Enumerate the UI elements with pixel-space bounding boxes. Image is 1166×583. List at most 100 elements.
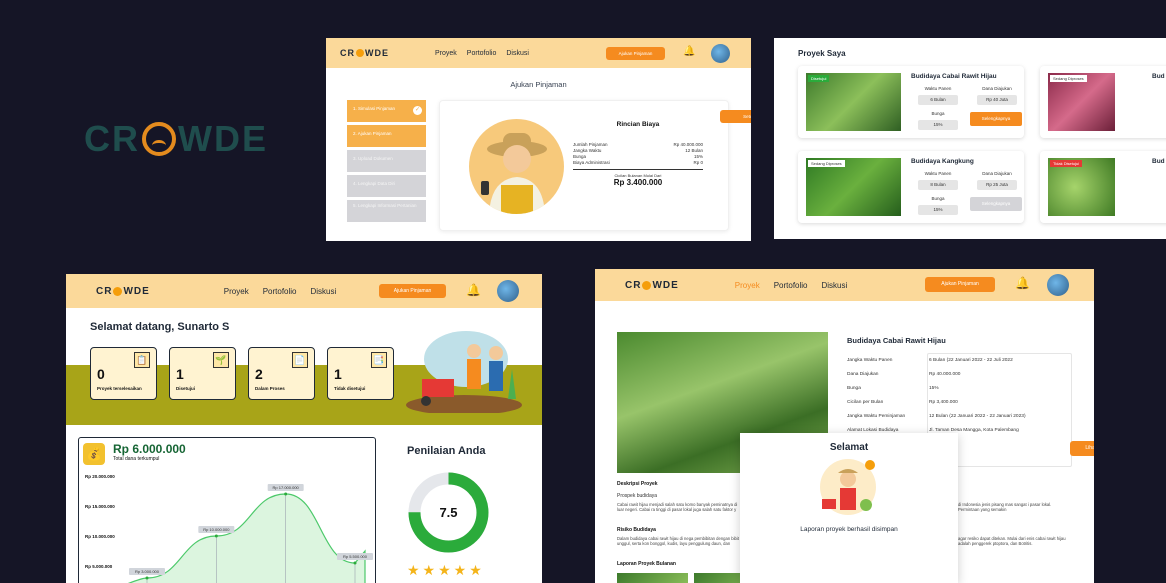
- stat-caption: Disetujui: [176, 386, 196, 391]
- page-title: Proyek Saya: [798, 49, 846, 58]
- star-rating: ★★★★★: [407, 562, 485, 578]
- label-waktu-panen: Waktu Panen: [924, 171, 952, 176]
- brand-logo[interactable]: CR WDE: [625, 280, 679, 291]
- data-point[interactable]: [284, 492, 288, 496]
- nav-diskusi[interactable]: Diskusi: [822, 281, 848, 290]
- modal-message: Laporan proyek berhasil disimpan: [800, 526, 898, 533]
- data-label: Rp 3.000.000: [135, 569, 160, 574]
- avatar[interactable]: [497, 280, 519, 302]
- status-badge: Disetujui: [808, 75, 830, 82]
- nav-proyek[interactable]: Proyek: [735, 281, 760, 290]
- step-1[interactable]: 1. Simulasi Pinjaman ✓: [347, 100, 426, 122]
- avatar[interactable]: [1047, 274, 1069, 296]
- step-2[interactable]: 2. Ajukan Pinjaman: [347, 125, 426, 147]
- value-dana: Rp 25 Juta: [977, 180, 1017, 190]
- stat-number: 0: [97, 366, 105, 382]
- y-tick-label: Rp 20.000.000: [85, 474, 115, 479]
- farmer-success-illustration: [816, 457, 880, 519]
- nav-diskusi[interactable]: Diskusi: [506, 50, 529, 57]
- detail-key: Bunga: [847, 385, 861, 391]
- detail-key: Cicilan per Bulan: [847, 399, 884, 405]
- step-label: 1. Simulasi Pinjaman: [353, 106, 396, 111]
- value-waktu-panen: 6 Bulan: [918, 95, 958, 105]
- ajukan-pinjaman-button[interactable]: Ajukan Pinjaman: [379, 284, 446, 298]
- project-card[interactable]: Tidak Disetujui Bud: [1040, 151, 1166, 223]
- bell-icon[interactable]: 🔔: [466, 283, 481, 297]
- project-card[interactable]: Sedang Diproses Bud: [1040, 66, 1166, 138]
- cost-title: Rincian Biaya: [616, 121, 660, 128]
- loan-application-screen: CR WDE Proyek Portofolio Diskusi Ajukan P…: [326, 38, 751, 241]
- brand-post: WDE: [365, 48, 389, 58]
- stat-card[interactable]: 📋 0 Proyek terselesaikan: [90, 347, 157, 400]
- brand-o-icon: [356, 49, 364, 57]
- status-badge: Sedang Diproses: [808, 160, 845, 167]
- project-name: Bud: [1152, 73, 1165, 80]
- brand-pre: CR: [96, 285, 113, 297]
- stepper: 1. Simulasi Pinjaman ✓ 2. Ajukan Pinjaman…: [347, 100, 426, 225]
- cost-rows: Jumlah Pinjaman Rp 40.000.000 Jangka Wakt…: [573, 142, 703, 187]
- welcome-heading: Selamat datang, Sunarto S: [90, 321, 230, 333]
- risk-text: Dalam budidaya cabai rawit hijau di nega…: [617, 536, 739, 546]
- stat-number: 1: [176, 366, 184, 382]
- nav-portofolio[interactable]: Portofolio: [263, 287, 297, 296]
- crowde-logo: CR WDE: [84, 118, 268, 160]
- risk-title: Risiko Budidaya: [617, 527, 656, 533]
- step-5[interactable]: 5. Lengkapi Informasi Pertanian: [347, 200, 426, 222]
- brand-logo[interactable]: CR WDE: [340, 48, 389, 58]
- farmer-icon: [820, 459, 876, 515]
- nav-links: Proyek Portofolio Diskusi: [435, 50, 529, 57]
- my-projects-screen: Proyek Saya Disetujui Budidaya Cabai Raw…: [774, 38, 1166, 239]
- farmers-illustration: [404, 329, 522, 415]
- nav-diskusi[interactable]: Diskusi: [311, 287, 337, 296]
- nav-portofolio[interactable]: Portofolio: [774, 281, 808, 290]
- stat-card[interactable]: 🌱 1 Disetujui: [169, 347, 236, 400]
- lihat-proyek-button[interactable]: Lihat proyek saya: [1070, 441, 1094, 456]
- y-tick-label: Rp 10.000.000: [85, 534, 115, 539]
- stat-caption: Dalam Proses: [255, 386, 285, 391]
- stat-card[interactable]: 📑 1 Tidak disetujui: [327, 347, 394, 400]
- step-label: 5. Lengkapi Informasi Pertanian: [353, 203, 417, 208]
- stat-card[interactable]: 📄 2 Dalam Proses: [248, 347, 315, 400]
- divider: [573, 169, 703, 170]
- setuju-button[interactable]: Setuju: [720, 110, 751, 123]
- cost-row: Biaya Administrasi Rp 0: [573, 160, 703, 166]
- ajukan-pinjaman-button[interactable]: Ajukan Pinjaman: [606, 47, 665, 60]
- nav-links: Proyek Portofolio Diskusi: [224, 287, 336, 296]
- data-point[interactable]: [145, 576, 149, 580]
- data-label: Rp 5.500.000: [343, 554, 368, 559]
- loan-summary-card: Rincian Biaya Jumlah Pinjaman Rp 40.000.0…: [439, 100, 751, 231]
- dashboard-screen: CR WDE Proyek Portofolio Diskusi Ajukan P…: [66, 274, 542, 583]
- label-bunga: Bunga: [931, 196, 945, 201]
- brand-o-icon: [642, 280, 652, 290]
- report-thumbnail[interactable]: [617, 573, 688, 583]
- cicilan-value: Rp 3.400.000: [613, 178, 663, 187]
- step-4[interactable]: 4. Lengkapi Data Diri: [347, 175, 426, 197]
- document-icon: 📄: [292, 352, 308, 368]
- nav-proyek[interactable]: Proyek: [435, 50, 457, 57]
- step-3[interactable]: 3. Upload Dokumen: [347, 150, 426, 172]
- project-card[interactable]: Disetujui Budidaya Cabai Rawit Hijau Wak…: [798, 66, 1024, 138]
- value-bunga: 15%: [918, 205, 958, 215]
- nav-portofolio[interactable]: Portofolio: [467, 50, 497, 57]
- step-label: 2. Ajukan Pinjaman: [353, 131, 392, 136]
- data-point[interactable]: [353, 561, 357, 565]
- ajukan-pinjaman-button[interactable]: Ajukan Pinjaman: [925, 277, 995, 292]
- project-name: Bud: [1152, 158, 1165, 165]
- y-tick-label: Rp 15.000.000: [85, 504, 115, 509]
- project-name: Budidaya Cabai Rawit Hijau: [911, 73, 997, 80]
- selengkapnya-button[interactable]: Selengkapnya: [970, 112, 1022, 126]
- bell-icon[interactable]: 🔔: [683, 46, 695, 57]
- logo-ring-icon: [142, 122, 176, 156]
- navbar: CR WDE Proyek Portofolio Diskusi Ajukan P…: [326, 38, 751, 68]
- data-point[interactable]: [214, 534, 218, 538]
- avatar[interactable]: [711, 44, 730, 63]
- project-card[interactable]: Sedang Diproses Budidaya Kangkung Waktu …: [798, 151, 1024, 223]
- status-badge: Sedang Diproses: [1050, 75, 1087, 82]
- stat-number: 1: [334, 366, 342, 382]
- label-dana: Dana Diajukan: [982, 86, 1012, 91]
- label-dana: Dana Diajukan: [982, 171, 1012, 176]
- brand-logo[interactable]: CR WDE: [96, 286, 150, 297]
- selengkapnya-button[interactable]: Selengkapnya: [970, 197, 1022, 211]
- nav-proyek[interactable]: Proyek: [224, 287, 249, 296]
- bell-icon[interactable]: 🔔: [1015, 276, 1030, 290]
